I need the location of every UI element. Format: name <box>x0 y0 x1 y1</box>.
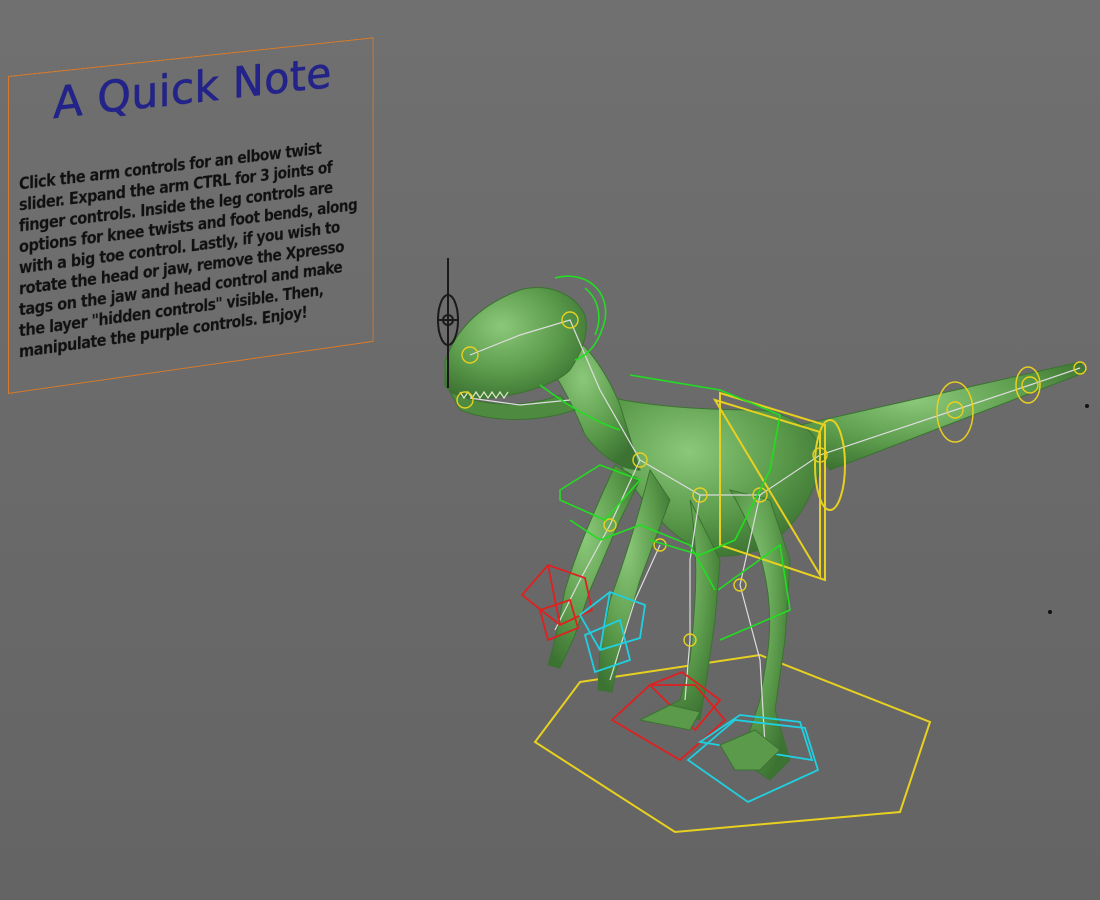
rig-scene <box>0 0 1100 900</box>
3d-viewport[interactable]: A Quick Note Click the arm controls for … <box>0 0 1100 900</box>
viewport-point <box>1085 404 1089 408</box>
viewport-point <box>1048 610 1052 614</box>
dino-tail[interactable] <box>800 362 1086 470</box>
